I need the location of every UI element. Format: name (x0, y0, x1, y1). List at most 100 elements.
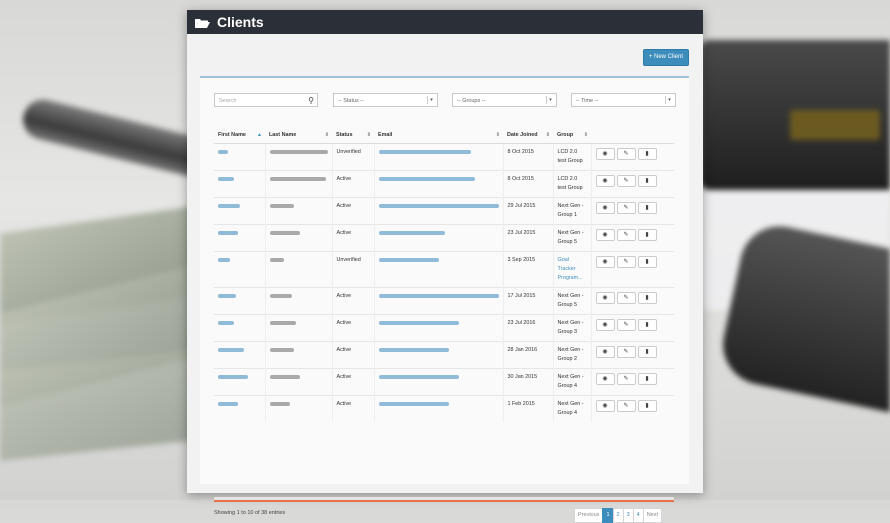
redacted-first-name[interactable] (218, 204, 240, 208)
eye-icon[interactable]: ◉ (595, 346, 615, 358)
eye-icon[interactable]: ◉ (595, 175, 615, 187)
date-joined-cell: 23 Jul 2016 (502, 314, 553, 342)
redacted-email[interactable] (378, 375, 459, 379)
email-cell[interactable] (373, 395, 503, 422)
trash-icon[interactable]: ▮ (637, 202, 657, 214)
eye-icon[interactable]: ◉ (595, 292, 615, 304)
edit-icon[interactable]: ✎ (616, 292, 636, 304)
edit-icon[interactable]: ✎ (616, 319, 636, 331)
trash-icon[interactable]: ▮ (637, 229, 657, 241)
redacted-first-name[interactable] (218, 402, 238, 406)
eye-icon[interactable]: ◉ (595, 400, 615, 412)
email-cell[interactable] (373, 368, 503, 396)
email-cell[interactable] (373, 197, 503, 225)
page-next[interactable]: Next (642, 508, 662, 523)
redacted-email[interactable] (378, 321, 459, 325)
groups-select[interactable]: -- Groups -- ▾ (452, 93, 557, 107)
trash-icon[interactable]: ▮ (637, 292, 657, 304)
table-row[interactable]: Active 23 Jul 2015 Next Gen - Group 5 ◉ ✎ ▮ (214, 224, 674, 252)
redacted-email[interactable] (378, 231, 445, 235)
redacted-email[interactable] (378, 348, 449, 352)
email-cell[interactable] (373, 224, 503, 252)
status-cell: Active (331, 197, 374, 225)
sort-icon: ⇕ (324, 132, 329, 138)
col-email[interactable]: Email ⇕ (374, 127, 503, 144)
redacted-first-name[interactable] (218, 294, 236, 298)
email-cell[interactable] (373, 143, 503, 171)
trash-icon[interactable]: ▮ (637, 175, 657, 187)
edit-icon[interactable]: ✎ (616, 256, 636, 268)
redacted-first-name[interactable] (218, 258, 230, 262)
edit-icon[interactable]: ✎ (616, 175, 636, 187)
redacted-email[interactable] (378, 258, 439, 262)
redacted-first-name[interactable] (218, 150, 228, 154)
search-input[interactable]: Search ⚲ (214, 93, 318, 107)
page-previous[interactable]: Previous (574, 508, 604, 523)
table-row[interactable]: Active 23 Jul 2016 Next Gen - Group 3 ◉ ✎ ▮ (214, 314, 674, 342)
trash-icon[interactable]: ▮ (637, 256, 657, 268)
edit-icon[interactable]: ✎ (616, 346, 636, 358)
trash-icon[interactable]: ▮ (637, 400, 657, 412)
eye-icon[interactable]: ◉ (595, 256, 615, 268)
email-cell[interactable] (373, 314, 503, 342)
edit-icon[interactable]: ✎ (616, 229, 636, 241)
group-cell[interactable]: Goal Tracker Program... (552, 251, 591, 288)
eye-icon[interactable]: ◉ (595, 229, 615, 241)
first-name-cell[interactable] (214, 314, 265, 342)
search-icon[interactable]: ⚲ (308, 96, 314, 105)
first-name-cell[interactable] (214, 143, 265, 171)
edit-icon[interactable]: ✎ (616, 148, 636, 160)
trash-icon[interactable]: ▮ (637, 373, 657, 385)
col-date-joined[interactable]: Date Joined ⇕ (503, 127, 553, 144)
table-row[interactable]: Active 30 Jan 2015 Next Gen - Group 4 ◉ ✎ ▮ (214, 368, 674, 396)
table-row[interactable]: Active 29 Jul 2015 Next Gen - Group 1 ◉ ✎ ▮ (214, 197, 674, 225)
table-row[interactable]: Active 28 Jan 2016 Next Gen - Group 2 ◉ ✎ ▮ (214, 341, 674, 369)
table-row[interactable]: Active 1 Feb 2015 Next Gen - Group 4 ◉ ✎ ▮ (214, 395, 674, 422)
first-name-cell[interactable] (214, 395, 265, 422)
col-first-name[interactable]: First Name ▲ (214, 127, 265, 144)
email-cell[interactable] (373, 170, 503, 198)
redacted-email[interactable] (378, 150, 471, 154)
groups-select-value: -- Groups -- (457, 98, 486, 104)
redacted-email[interactable] (378, 177, 475, 181)
redacted-email[interactable] (378, 402, 449, 406)
trash-icon[interactable]: ▮ (637, 346, 657, 358)
edit-icon[interactable]: ✎ (616, 400, 636, 412)
eye-icon[interactable]: ◉ (595, 148, 615, 160)
col-status[interactable]: Status ⇕ (332, 127, 374, 144)
redacted-first-name[interactable] (218, 231, 238, 235)
eye-icon[interactable]: ◉ (595, 373, 615, 385)
table-row[interactable]: Active 8 Oct 2015 LCD 2.0 test Group ◉ ✎ ▮ (214, 170, 674, 198)
eye-icon[interactable]: ◉ (595, 202, 615, 214)
redacted-first-name[interactable] (218, 348, 244, 352)
email-cell[interactable] (373, 341, 503, 369)
trash-icon[interactable]: ▮ (637, 148, 657, 160)
table-row[interactable]: Unverified 8 Oct 2015 LCD 2.0 test Group ◉ ✎… (214, 143, 674, 171)
redacted-email[interactable] (378, 204, 499, 208)
first-name-cell[interactable] (214, 287, 265, 315)
col-last-name[interactable]: Last Name ⇕ (265, 127, 332, 144)
time-select[interactable]: -- Time -- ▾ (571, 93, 676, 107)
first-name-cell[interactable] (214, 251, 265, 288)
new-client-button[interactable]: + New Client (642, 49, 689, 66)
redacted-first-name[interactable] (218, 375, 248, 379)
eye-icon[interactable]: ◉ (595, 319, 615, 331)
edit-icon[interactable]: ✎ (616, 373, 636, 385)
redacted-first-name[interactable] (218, 321, 234, 325)
email-cell[interactable] (373, 287, 503, 315)
first-name-cell[interactable] (214, 170, 265, 198)
first-name-cell[interactable] (214, 197, 265, 225)
first-name-cell[interactable] (214, 368, 265, 396)
email-cell[interactable] (373, 251, 503, 288)
table-row[interactable]: Unverified 3 Sep 2015 Goal Tracker Program… (214, 251, 674, 288)
status-select[interactable]: -- Status -- ▾ (333, 93, 438, 107)
first-name-cell[interactable] (214, 341, 265, 369)
col-group[interactable]: Group ⇕ (553, 127, 591, 144)
redacted-first-name[interactable] (218, 177, 234, 181)
edit-icon[interactable]: ✎ (616, 202, 636, 214)
first-name-cell[interactable] (214, 224, 265, 252)
table-row[interactable]: Active 17 Jul 2015 Next Gen - Group 5 ◉ ✎ ▮ (214, 287, 674, 315)
trash-icon[interactable]: ▮ (637, 319, 657, 331)
redacted-email[interactable] (378, 294, 499, 298)
col-actions (591, 127, 674, 144)
